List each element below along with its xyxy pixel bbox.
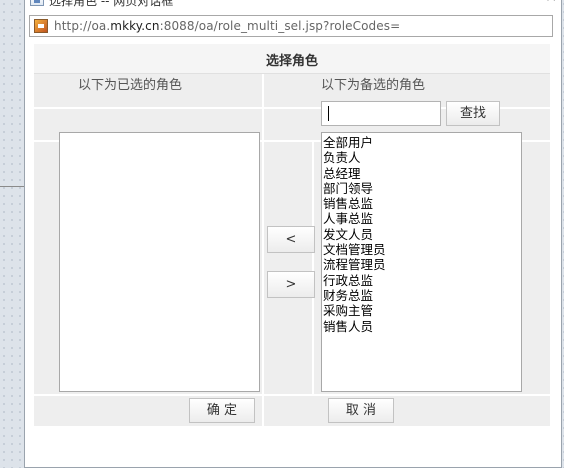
role-option[interactable]: 销售总监 <box>323 196 521 211</box>
search-button[interactable]: 查找 <box>446 101 500 126</box>
column-divider <box>262 396 264 426</box>
row-divider <box>34 394 550 396</box>
role-option[interactable]: 采购主管 <box>323 303 521 318</box>
role-option[interactable]: 总经理 <box>323 166 521 181</box>
column-divider <box>262 74 264 140</box>
role-option[interactable]: 发文人员 <box>323 227 521 242</box>
close-icon[interactable]: × <box>545 0 557 5</box>
available-roles-title: 以下为备选的角色 <box>321 78 426 93</box>
role-option[interactable]: 负责人 <box>323 150 521 165</box>
dialog-header: 选择角色 <box>265 54 318 69</box>
address-url: http://oa.mkky.cn:8088/oa/role_multi_sel… <box>54 19 401 33</box>
dialog-window-icon <box>30 0 44 6</box>
role-option[interactable]: 部门领导 <box>323 181 521 196</box>
add-role-button[interactable]: > <box>267 271 315 298</box>
remove-role-button[interactable]: < <box>267 226 315 253</box>
role-search-input[interactable] <box>321 101 441 126</box>
page-favicon-icon <box>34 19 48 33</box>
address-bar[interactable]: http://oa.mkky.cn:8088/oa/role_multi_sel… <box>29 15 553 37</box>
footer-row <box>34 396 550 426</box>
role-option[interactable]: 销售人员 <box>323 319 521 334</box>
column-divider <box>262 142 264 394</box>
ok-button[interactable]: 确 定 <box>189 398 255 423</box>
role-selection-table: 选择角色 以下为已选的角色 以下为备选的角色 查找 < > 全部用户 负责人 总经理… <box>34 44 550 426</box>
cancel-button[interactable]: 取 消 <box>328 398 394 423</box>
window-title: 选择角色 -- 网页对话框 <box>49 0 174 8</box>
role-option[interactable]: 全部用户 <box>323 135 521 150</box>
header-row: 选择角色 <box>34 44 550 74</box>
title-bar: 选择角色 -- 网页对话框 × <box>25 0 561 13</box>
selected-roles-list[interactable] <box>59 132 260 392</box>
text-cursor <box>328 106 329 121</box>
available-roles-list[interactable]: 全部用户 负责人 总经理 部门领导 销售总监 人事总监 发文人员 文档管理员 流程管理员 行政总监… <box>321 132 522 392</box>
role-option[interactable]: 财务总监 <box>323 288 521 303</box>
selected-roles-title: 以下为已选的角色 <box>78 78 183 93</box>
role-option[interactable]: 行政总监 <box>323 273 521 288</box>
column-divider <box>312 142 314 394</box>
role-option[interactable]: 文档管理员 <box>323 242 521 257</box>
role-option[interactable]: 人事总监 <box>323 211 521 226</box>
dialog-window: 选择角色 -- 网页对话框 × http://oa.mkky.cn:8088/o… <box>24 0 562 468</box>
role-option[interactable]: 流程管理员 <box>323 257 521 272</box>
